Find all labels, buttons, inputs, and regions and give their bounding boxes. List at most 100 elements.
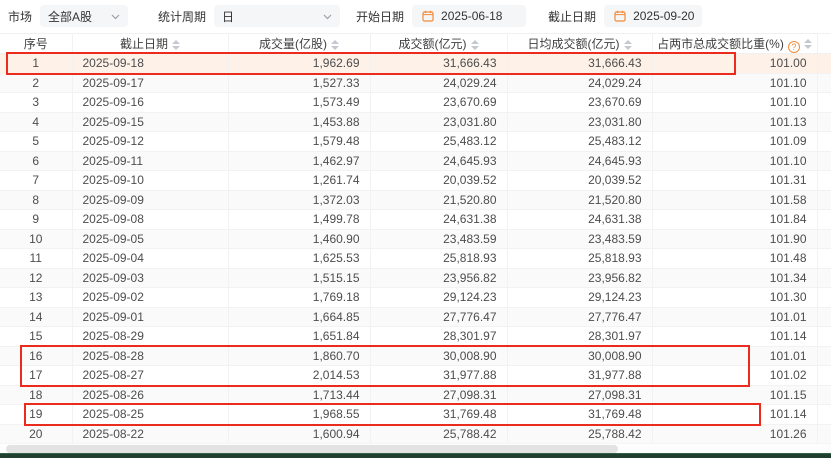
sort-icon[interactable] [624,40,632,50]
period-select-value: 日 [222,8,234,25]
cell-ratio: 101.26 [652,424,817,444]
cell-turnover: 31,977.88 [370,366,507,386]
cell-ratio: 101.15 [652,385,817,405]
cell-seq: 15 [0,327,72,347]
table-row[interactable]: 192025-08-251,968.5531,769.4831,769.4810… [0,405,831,425]
cell-avg-turnover: 20,039.52 [507,171,652,191]
cell-volume: 1,968.55 [228,405,370,425]
cell-end-date: 2025-08-26 [72,385,228,405]
cell-end-date: 2025-09-03 [72,268,228,288]
cell-seq: 1 [0,54,72,74]
sort-icon[interactable] [331,40,339,50]
cell-ratio: 101.84 [652,210,817,230]
table-row[interactable]: 172025-08-272,014.5331,977.8831,977.8810… [0,366,831,386]
column-header-label: 序号 [24,37,48,51]
table-row[interactable]: 72025-09-101,261.7420,039.5220,039.52101… [0,171,831,191]
cell-avg-turnover: 27,098.31 [507,385,652,405]
cell-turnover: 20,039.52 [370,171,507,191]
table-row[interactable]: 132025-09-021,769.1829,124.2329,124.2310… [0,288,831,308]
cell-turnover: 25,818.93 [370,249,507,269]
cell-seq: 4 [0,112,72,132]
cell-seq: 19 [0,405,72,425]
cell-seq: 9 [0,210,72,230]
sort-icon[interactable] [471,40,479,50]
table-row[interactable]: 42025-09-151,453.8823,031.8023,031.80101… [0,112,831,132]
cell-turnover: 24,645.93 [370,151,507,171]
cell-ratio: 101.31 [652,171,817,191]
cell-turnover: 31,769.48 [370,405,507,425]
cell-volume: 1,625.53 [228,249,370,269]
scrollbar-thumb[interactable] [6,445,618,453]
column-header-2[interactable]: 成交量(亿股) [228,34,370,54]
table-row[interactable]: 142025-09-011,664.8527,776.4727,776.4710… [0,307,831,327]
cell-end-date: 2025-09-12 [72,132,228,152]
window-bottom-bar [0,453,831,458]
cell-seq: 3 [0,93,72,113]
table-row[interactable]: 202025-08-221,600.9425,788.4225,788.4210… [0,424,831,444]
cell-seq: 18 [0,385,72,405]
column-header-0: 序号 [0,34,72,54]
table-row[interactable]: 22025-09-171,527.3324,029.2424,029.24101… [0,73,831,93]
chevron-down-icon [111,12,120,21]
sort-icon[interactable] [804,39,812,49]
cell-volume: 1,664.85 [228,307,370,327]
table-row[interactable]: 152025-08-291,651.8428,301.9728,301.9710… [0,327,831,347]
table-row[interactable]: 92025-09-081,499.7824,631.3824,631.38101… [0,210,831,230]
column-header-3[interactable]: 成交额(亿元) [370,34,507,54]
table-row[interactable]: 162025-08-281,860.7030,008.9030,008.9010… [0,346,831,366]
cell-end-date: 2025-09-04 [72,249,228,269]
cell-ratio: 101.09 [652,132,817,152]
table-row[interactable]: 102025-09-051,460.9023,483.5923,483.5910… [0,229,831,249]
column-header-4[interactable]: 日均成交额(亿元) [507,34,652,54]
cell-seq: 12 [0,268,72,288]
horizontal-scrollbar[interactable] [0,443,831,453]
cell-volume: 1,860.70 [228,346,370,366]
cell-avg-turnover: 21,520.80 [507,190,652,210]
column-header-label: 成交量(亿股) [259,37,327,51]
table-row[interactable]: 32025-09-161,573.4923,670.6923,670.69101… [0,93,831,113]
column-header-1[interactable]: 截止日期 [72,34,228,54]
market-label: 市场 [8,8,32,25]
column-header-label: 截止日期 [120,37,168,51]
start-date-picker[interactable]: 2025-06-18 [412,5,526,27]
column-header-5[interactable]: 占两市总成交额比重(%)? [652,34,817,54]
end-date-picker[interactable]: 2025-09-20 [604,5,702,27]
cell-turnover: 31,666.43 [370,54,507,74]
cell-end-date: 2025-08-27 [72,366,228,386]
cell-volume: 2,014.53 [228,366,370,386]
cell-turnover: 21,520.80 [370,190,507,210]
cell-seq: 8 [0,190,72,210]
cell-avg-turnover: 29,124.23 [507,288,652,308]
column-header-label: 占两市总成交额比重(%) [657,37,784,51]
cell-volume: 1,261.74 [228,171,370,191]
cell-seq: 5 [0,132,72,152]
cell-end-date: 2025-09-02 [72,288,228,308]
cell-seq: 13 [0,288,72,308]
table-row[interactable]: 82025-09-091,372.0321,520.8021,520.80101… [0,190,831,210]
market-select[interactable]: 全部A股 [40,5,128,27]
cell-turnover: 25,483.12 [370,132,507,152]
cell-avg-turnover: 25,818.93 [507,249,652,269]
table-row[interactable]: 62025-09-111,462.9724,645.9324,645.93101… [0,151,831,171]
table-row[interactable]: 112025-09-041,625.5325,818.9325,818.9310… [0,249,831,269]
table-row[interactable]: 122025-09-031,515.1523,956.8223,956.8210… [0,268,831,288]
help-icon[interactable]: ? [788,41,800,53]
table-row[interactable]: 52025-09-121,579.4825,483.1225,483.12101… [0,132,831,152]
cell-avg-turnover: 25,483.12 [507,132,652,152]
cell-turnover: 30,008.90 [370,346,507,366]
cell-volume: 1,769.18 [228,288,370,308]
cell-avg-turnover: 24,645.93 [507,151,652,171]
period-select[interactable]: 日 [214,5,340,27]
cell-avg-turnover: 27,776.47 [507,307,652,327]
table-row[interactable]: 182025-08-261,713.4427,098.3127,098.3110… [0,385,831,405]
table-row[interactable]: 12025-09-181,962.6931,666.4331,666.43101… [0,54,831,74]
cell-avg-turnover: 28,301.97 [507,327,652,347]
cell-avg-turnover: 31,769.48 [507,405,652,425]
cell-volume: 1,573.49 [228,93,370,113]
cell-volume: 1,962.69 [228,54,370,74]
cell-turnover: 23,670.69 [370,93,507,113]
cell-end-date: 2025-09-17 [72,73,228,93]
start-date-value: 2025-06-18 [441,9,502,23]
sort-icon[interactable] [172,40,180,50]
cell-turnover: 23,956.82 [370,268,507,288]
